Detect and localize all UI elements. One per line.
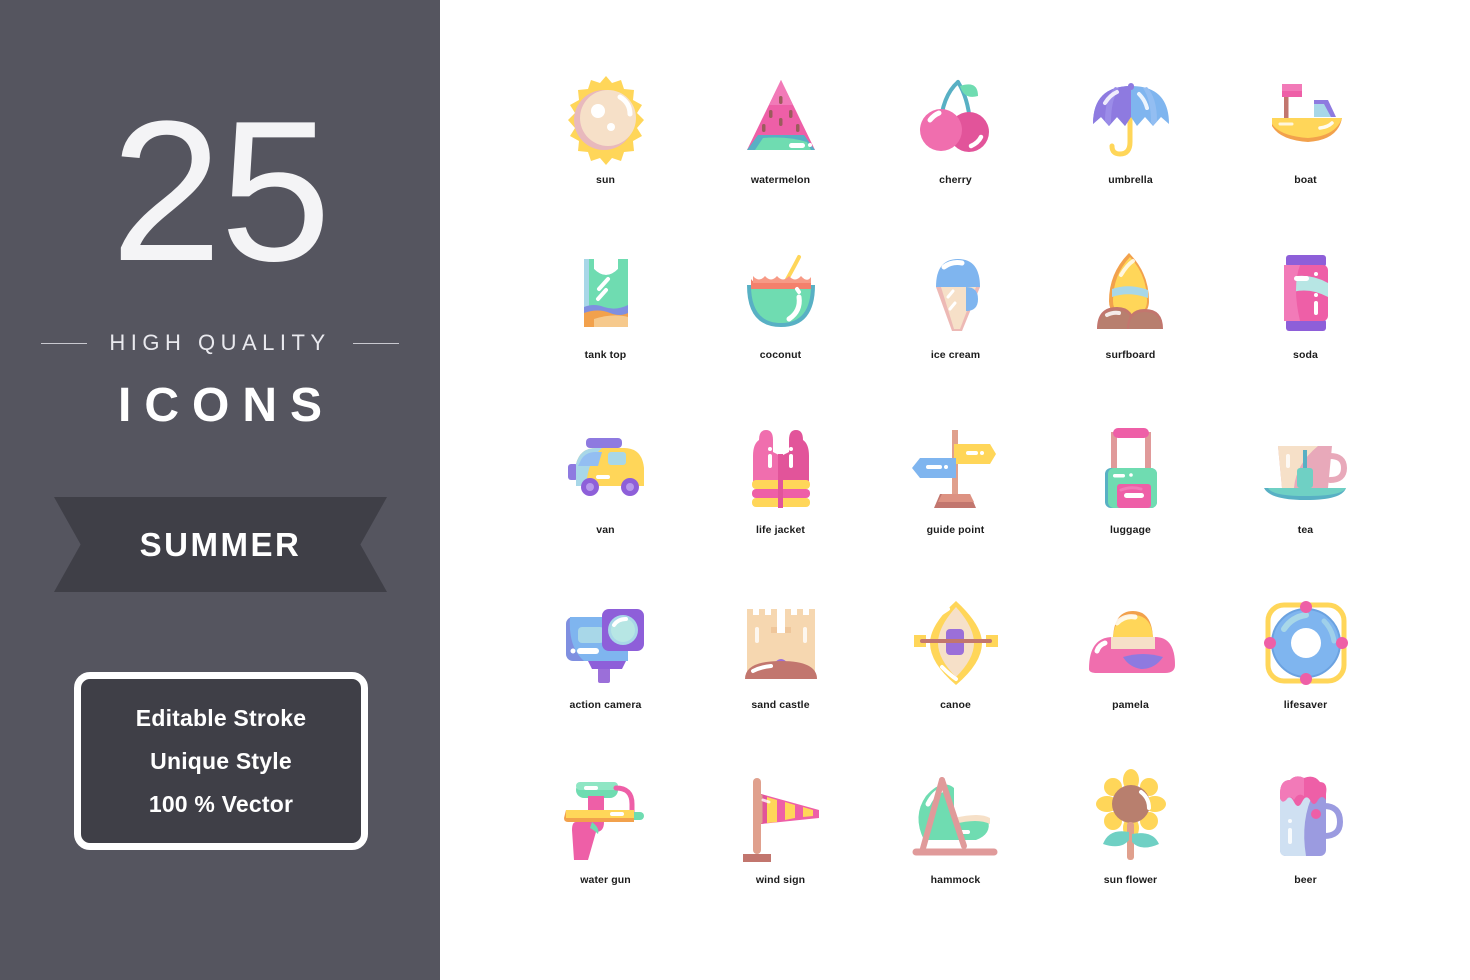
tank-top-icon	[558, 245, 654, 341]
icon-cell-boat[interactable]: boat	[1218, 60, 1393, 235]
wind-sign-icon	[733, 770, 829, 866]
tagline-row: HIGH QUALITY	[0, 330, 440, 356]
icon-label: pamela	[1112, 699, 1149, 711]
icon-cell-sun-flower[interactable]: sun flower	[1043, 760, 1218, 935]
icon-cell-life-jacket[interactable]: life jacket	[693, 410, 868, 585]
features-box: Editable Stroke Unique Style 100 % Vecto…	[74, 672, 368, 850]
icon-label: ice cream	[930, 349, 981, 361]
icon-cell-umbrella[interactable]: umbrella	[1043, 60, 1218, 235]
feature-item: Unique Style	[150, 747, 292, 774]
icon-cell-lifesaver[interactable]: lifesaver	[1218, 585, 1393, 760]
action-camera-icon	[558, 595, 654, 691]
umbrella-icon	[1083, 70, 1179, 166]
icon-cell-cherry[interactable]: cherry	[868, 60, 1043, 235]
tagline-rule-left	[41, 342, 88, 344]
pamela-hat-icon	[1083, 595, 1179, 691]
icon-label: sand castle	[751, 699, 810, 711]
icon-cell-hammock[interactable]: hammock	[868, 760, 1043, 935]
icon-cell-sun[interactable]: sun	[518, 60, 693, 235]
boat-icon	[1258, 70, 1354, 166]
icon-cell-tea[interactable]: tea	[1218, 410, 1393, 585]
icon-cell-luggage[interactable]: luggage	[1043, 410, 1218, 585]
icon-cell-water-gun[interactable]: water gun	[518, 760, 693, 935]
icon-label: beer	[1294, 874, 1317, 886]
water-gun-icon	[558, 770, 654, 866]
tea-cup-icon	[1258, 420, 1354, 516]
beer-mug-icon	[1258, 770, 1354, 866]
life-jacket-icon	[733, 420, 829, 516]
sun-flower-icon	[1083, 769, 1179, 866]
van-icon	[558, 420, 654, 516]
soda-can-icon	[1258, 245, 1354, 341]
icon-label: wind sign	[755, 874, 806, 886]
icon-label: hammock	[930, 874, 981, 886]
icon-label: sun	[596, 174, 615, 186]
coconut-icon	[733, 245, 829, 341]
icon-label: life jacket	[756, 524, 805, 536]
icon-label: watermelon	[750, 174, 811, 186]
luggage-icon	[1083, 420, 1179, 516]
tagline-text: HIGH QUALITY	[109, 330, 331, 355]
icon-cell-coconut[interactable]: coconut	[693, 235, 868, 410]
tagline-rule-right	[352, 342, 399, 344]
icon-count: 25	[110, 80, 331, 303]
icon-label: guide point	[926, 524, 985, 536]
icon-cell-beer[interactable]: beer	[1218, 760, 1393, 935]
icon-label: action camera	[569, 699, 642, 711]
icon-label: tank top	[584, 349, 627, 361]
icon-label: surfboard	[1105, 349, 1156, 361]
icon-cell-guide-point[interactable]: guide point	[868, 410, 1043, 585]
icon-set-page: 25 HIGH QUALITY ICONS SUMMER Editable St…	[0, 0, 1470, 980]
icon-cell-van[interactable]: van	[518, 410, 693, 585]
icon-cell-ice-cream[interactable]: ice cream	[868, 235, 1043, 410]
category-ribbon: SUMMER	[54, 497, 387, 592]
icon-cell-action-camera[interactable]: action camera	[518, 585, 693, 760]
icon-cell-pamela[interactable]: pamela	[1043, 585, 1218, 760]
icon-grid: sun watermelon cherry umbrella boat tank…	[518, 60, 1398, 935]
icon-label: soda	[1293, 349, 1318, 361]
sand-castle-icon	[733, 595, 829, 691]
icon-label: canoe	[940, 699, 971, 711]
icon-cell-soda[interactable]: soda	[1218, 235, 1393, 410]
icon-grid-panel: sun watermelon cherry umbrella boat tank…	[440, 0, 1470, 980]
lifesaver-icon	[1258, 595, 1354, 691]
icon-cell-surfboard[interactable]: surfboard	[1043, 235, 1218, 410]
icon-label: coconut	[759, 349, 802, 361]
cherry-icon	[908, 70, 1004, 166]
icon-label: cherry	[939, 174, 972, 186]
sidebar: 25 HIGH QUALITY ICONS SUMMER Editable St…	[0, 0, 440, 980]
feature-item: Editable Stroke	[135, 704, 307, 731]
feature-item: 100 % Vector	[148, 790, 294, 817]
hammock-icon	[908, 770, 1004, 866]
icon-label: tea	[1297, 524, 1314, 536]
surfboard-icon	[1083, 245, 1179, 341]
guide-point-icon	[908, 420, 1004, 516]
icon-cell-wind-sign[interactable]: wind sign	[693, 760, 868, 935]
icon-cell-canoe[interactable]: canoe	[868, 585, 1043, 760]
icon-cell-sand-castle[interactable]: sand castle	[693, 585, 868, 760]
sun-icon	[558, 70, 654, 166]
icon-label: water gun	[580, 874, 631, 886]
icon-cell-tank-top[interactable]: tank top	[518, 235, 693, 410]
ice-cream-icon	[908, 245, 1004, 341]
icon-label: luggage	[1110, 524, 1151, 536]
icon-cell-watermelon[interactable]: watermelon	[693, 60, 868, 235]
icon-label: lifesaver	[1283, 699, 1328, 711]
category-label: SUMMER	[139, 525, 302, 563]
icon-label: van	[596, 524, 615, 536]
icon-label: umbrella	[1108, 174, 1153, 186]
icon-label: boat	[1294, 174, 1317, 186]
icon-label: sun flower	[1103, 874, 1158, 886]
watermelon-icon	[733, 70, 829, 166]
canoe-icon	[908, 595, 1004, 691]
page-title: ICONS	[117, 379, 335, 432]
